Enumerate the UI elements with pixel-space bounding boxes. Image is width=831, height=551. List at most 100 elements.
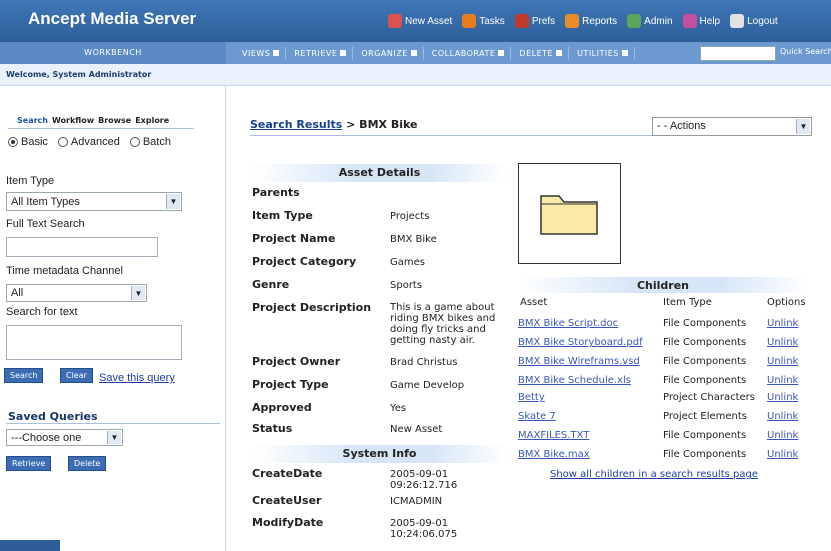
time-channel-value: All: [11, 287, 24, 299]
welcome-text: Welcome, System Administrator: [6, 70, 152, 79]
save-query-link[interactable]: Save this query: [99, 372, 175, 384]
children-title: Children: [518, 277, 808, 293]
radio-basic[interactable]: Basic: [8, 136, 48, 148]
chevron-down-icon: ▼: [166, 194, 180, 209]
menu-collaborate[interactable]: COLLABORATE: [426, 46, 512, 60]
new-asset-link[interactable]: New Asset: [388, 14, 452, 28]
children-col-type: Item Type: [663, 297, 712, 308]
app-title: Ancept Media Server: [28, 9, 197, 28]
search-button[interactable]: Search: [4, 368, 44, 383]
child-asset-link[interactable]: BMX Bike Schedule.xls: [518, 375, 631, 386]
tab-workflow[interactable]: Workflow: [52, 116, 94, 125]
chevron-down-icon: [340, 50, 347, 56]
footer-tab: [0, 540, 60, 551]
logout-icon: [730, 14, 745, 28]
child-asset-link[interactable]: BMX Bike Wireframs.vsd: [518, 356, 640, 367]
detail-value: This is a game about riding BMX bikes an…: [390, 302, 496, 346]
child-row: Skate 7 Project Elements Unlink: [518, 411, 813, 427]
full-text-input[interactable]: [6, 237, 158, 257]
menu-retrieve[interactable]: RETRIEVE: [288, 46, 354, 60]
unlink-link[interactable]: Unlink: [767, 337, 798, 348]
prefs-label: Prefs: [531, 15, 556, 27]
workbench-label: WORKBENCH: [0, 42, 226, 64]
admin-label: Admin: [644, 15, 673, 27]
radio-dot: [129, 137, 140, 147]
logout-link[interactable]: Logout: [730, 14, 778, 28]
detail-key: Project Description: [252, 301, 372, 314]
menu-collaborate-label: COLLABORATE: [431, 48, 496, 58]
search-text-input[interactable]: [6, 325, 182, 360]
detail-value: Games: [390, 257, 425, 268]
detail-key: Approved: [252, 401, 312, 414]
menu-utilities-label: UTILITIES: [577, 48, 619, 58]
new-asset-label: New Asset: [405, 15, 453, 27]
child-asset-link[interactable]: BMX Bike Storyboard.pdf: [518, 337, 643, 348]
delete-button[interactable]: Delete: [68, 456, 107, 471]
breadcrumb-search-results[interactable]: Search Results: [250, 118, 342, 131]
quick-search-button[interactable]: Quick Search: [780, 47, 831, 56]
help-link[interactable]: Help: [682, 14, 721, 28]
detail-value: Yes: [390, 403, 407, 414]
child-asset-link[interactable]: BMX Bike Script.doc: [518, 318, 618, 329]
unlink-link[interactable]: Unlink: [767, 356, 798, 367]
tabs-divider: [8, 128, 194, 129]
chevron-down-icon: [273, 50, 280, 56]
item-type-select[interactable]: All Item Types ▼: [6, 192, 182, 211]
tab-explore[interactable]: Explore: [135, 116, 169, 125]
saved-select-value: ---Choose one: [11, 431, 82, 444]
child-asset-link[interactable]: BMX Bike.max: [518, 449, 590, 460]
child-asset-link[interactable]: Skate 7: [518, 411, 556, 422]
tasks-link[interactable]: Tasks: [462, 14, 505, 28]
child-row: Betty Project Characters Unlink: [518, 392, 813, 408]
radio-batch[interactable]: Batch: [129, 136, 171, 148]
detail-key: Item Type: [252, 209, 313, 222]
saved-queries-select[interactable]: ---Choose one ▼: [6, 429, 123, 446]
quick-search-input[interactable]: [700, 46, 776, 61]
actions-select[interactable]: - - Actions ▼: [652, 117, 812, 136]
main-menu: VIEWS RETRIEVE ORGANIZE COLLABORATE DELE…: [236, 42, 635, 64]
retrieve-button[interactable]: Retrieve: [6, 456, 52, 471]
unlink-link[interactable]: Unlink: [767, 449, 798, 460]
chevron-down-icon: ▼: [107, 431, 121, 444]
tab-search[interactable]: Search: [17, 116, 48, 125]
sysinfo-value: 2005-09-01 10:24:06.075: [390, 518, 458, 540]
unlink-link[interactable]: Unlink: [767, 375, 798, 386]
reports-link[interactable]: Reports: [565, 14, 617, 28]
tab-browse[interactable]: Browse: [98, 116, 131, 125]
children-col-options: Options: [767, 297, 806, 308]
chevron-down-icon: [621, 50, 628, 56]
unlink-link[interactable]: Unlink: [767, 411, 798, 422]
top-links: New Asset Tasks Prefs Reports Admin Help…: [388, 0, 778, 42]
detail-value: Game Develop: [390, 380, 465, 391]
unlink-link[interactable]: Unlink: [767, 392, 798, 403]
admin-link[interactable]: Admin: [627, 14, 673, 28]
child-asset-link[interactable]: MAXFILES.TXT: [518, 430, 589, 441]
unlink-link[interactable]: Unlink: [767, 430, 798, 441]
show-all-children-link[interactable]: Show all children in a search results pa…: [550, 469, 758, 480]
child-row: BMX Bike Schedule.xls File Components Unli…: [518, 375, 813, 391]
menu-organize[interactable]: ORGANIZE: [355, 46, 424, 60]
new-asset-icon: [388, 14, 402, 28]
app-header: Ancept Media Server New Asset Tasks Pref…: [0, 0, 831, 42]
detail-key: Project Owner: [252, 355, 341, 368]
time-channel-select[interactable]: All ▼: [6, 284, 147, 302]
unlink-link[interactable]: Unlink: [767, 318, 798, 329]
item-type-value: All Item Types: [11, 195, 80, 208]
child-asset-link[interactable]: Betty: [518, 392, 545, 403]
radio-dot: [57, 137, 68, 147]
menu-utilities[interactable]: UTILITIES: [571, 46, 635, 60]
radio-advanced[interactable]: Advanced: [57, 136, 120, 148]
prefs-link[interactable]: Prefs: [514, 14, 556, 28]
detail-value: Sports: [390, 280, 423, 291]
clear-button[interactable]: Clear: [60, 368, 93, 383]
breadcrumb-current: > BMX Bike: [346, 118, 418, 131]
menu-delete[interactable]: DELETE: [513, 46, 570, 60]
help-icon: [682, 14, 697, 28]
help-label: Help: [699, 15, 721, 27]
child-row: BMX Bike.max File Components Unlink: [518, 449, 813, 465]
saved-queries-title: Saved Queries: [8, 410, 98, 423]
menu-views[interactable]: VIEWS: [236, 46, 287, 60]
logout-label: Logout: [747, 15, 778, 27]
detail-key: Status: [252, 422, 293, 435]
children-col-asset: Asset: [520, 297, 548, 308]
